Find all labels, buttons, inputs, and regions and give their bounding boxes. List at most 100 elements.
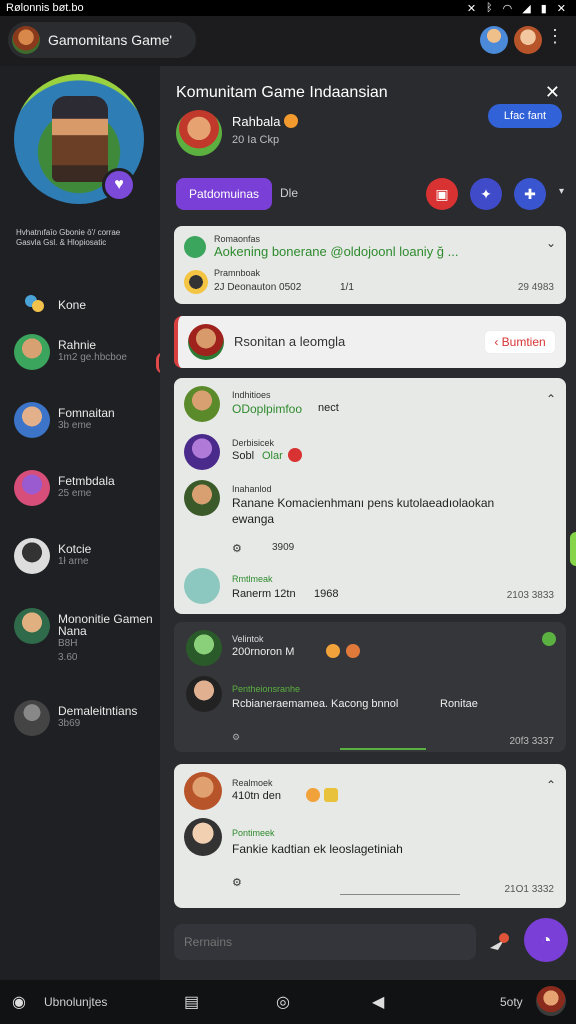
sidebar-item-home[interactable]: Kone [58,298,86,312]
pinned-time: 29 4983 [517,282,554,293]
sidebar: ♥ Hvhatnıfaīo Gbonie ō'/ corrae Gasvla G… [0,66,160,980]
reaction-icon[interactable]: ⚙ [232,542,242,555]
notice-banner: Rsonitan a leomgla ‹ Bumtien [174,316,566,368]
banner-button[interactable]: ‹ Bumtien [484,330,556,354]
host-name-text: Rahbala [232,114,281,129]
sidebar-item-label: Demaleitntians [58,704,138,718]
share-icon[interactable]: ✚ [514,178,546,210]
message-text: Sobl [232,450,255,462]
message-text: Rcbianeraemamea. Kacong bnnol [232,698,399,710]
reaction-count: 3909 [272,542,295,553]
friend-avatar[interactable] [480,26,508,54]
sidebar-item-fetmbdala[interactable]: Fetmbdala 25 eme [14,468,160,508]
more-icon[interactable]: ⌃ [546,778,556,792]
pinned-card[interactable]: Romaonfas Aokening bonerane @oldojoonl l… [174,226,566,304]
signal-icon: ◢ [522,2,531,15]
community-bio: Hvhatnıfaīo Gbonie ō'/ corrae Gasvla Gsl… [16,228,121,247]
reaction-icon[interactable]: ⚙ [232,876,242,889]
check-avatar-icon [184,568,220,604]
edge-indicator [570,532,576,566]
sidebar-item-demaleitntians[interactable]: Demaleitntians 3b69 [14,698,160,738]
more-icon[interactable]: ⋮ [546,26,564,47]
avatar [184,818,222,856]
divider [340,894,460,895]
bookmark-icon[interactable]: ▣ [426,178,458,210]
avatar [184,270,208,294]
home-icon[interactable] [22,292,46,316]
follow-button[interactable]: Patdomuinas [176,178,272,210]
avatar [184,386,220,422]
pinned-detail: 2J Deonauton 0502 [214,282,302,293]
wifi-icon: ◠ [502,2,513,15]
join-button[interactable]: Lfac fant [488,104,562,128]
sidebar-item-sub: B8H [58,638,78,649]
message-text: Ranerm 12tn [232,588,296,600]
avatar [14,470,50,506]
sidebar-item-label: Kotcie [58,542,92,556]
message-thread-card[interactable]: Indhitioes ODoplpimfoo nect ⌃ Derbisicek… [174,378,566,614]
message-text: Fankie kadtian ek leoslagetiniah [232,842,403,856]
message-count: 1968 [314,588,339,600]
chevron-down-icon[interactable]: ▾ [559,186,564,197]
sidebar-item-sub: 3b69 [58,718,81,729]
pin-icon [184,236,206,258]
sidebar-item-label: Fetmbdala [58,474,115,488]
message-text: 200rnoron M [232,646,295,658]
nav-label-right: 5oty [500,995,523,1009]
back-icon[interactable]: ◀ [372,992,384,1012]
host-avatar[interactable] [176,110,222,156]
recents-icon[interactable]: ▤ [184,992,199,1012]
pinned-author: Pramnboak [214,268,261,278]
progress-indicator [340,748,426,750]
message-thread-card-dark[interactable]: Velintok 200rnoron M Pentheionsranhe Rcb… [174,622,566,752]
message-text: ODoplpimfoo [232,402,303,416]
more-icon[interactable]: ⌃ [546,392,556,406]
profile-avatar[interactable] [514,26,542,54]
shield-badge-icon: ♥ [102,168,136,202]
chevron-down-icon[interactable]: ⌄ [546,236,556,250]
message-text-2: ewanga [232,512,275,526]
crown-icon [284,114,299,128]
compose-button[interactable]: ◔ [524,918,568,962]
sidebar-item-fomnaitan[interactable]: Fomnaitan 3b eme [14,400,160,440]
battery-icon: ▮ [540,2,547,15]
banner-label: Rsonitan a leomgla [234,334,346,349]
server-switcher[interactable]: Gamomitans Game' [8,22,196,58]
message-author: Indhitioes [232,390,271,400]
avatar [184,772,222,810]
home-nav-icon[interactable]: ◎ [276,992,290,1012]
reaction-icon[interactable]: ⚙ [232,732,240,743]
message-author: Rmtlmeak [232,574,273,584]
message-author: Pentheionsranhe [232,684,301,694]
message-time: 2103 3833 [506,590,554,601]
message-author: Velintok [232,634,264,644]
avatar [14,608,50,644]
status-icons: ✕ ᛒ ◠ ◢ ▮ ✕ [467,2,566,15]
close-icon[interactable]: ✕ [545,82,560,103]
pinned-count: 1/1 [340,282,354,293]
host-name: Rahbala [232,114,299,129]
bluetooth-icon: ᛒ [486,1,493,14]
top-app-bar: Gamomitans Game' ⋮ [0,16,576,66]
avatar [186,676,222,712]
avatar [14,538,50,574]
profile-avatar[interactable] [536,986,566,1016]
message-text: 410tn den [232,790,281,802]
message-thread-card[interactable]: Realmoek 410tn den ⌃ Pontimeek Fankie ka… [174,764,566,908]
notification-icon[interactable] [486,930,510,954]
avatar [14,334,50,370]
page-title: Komunitam Game Indaansian [176,84,388,101]
server-name: Gamomitans Game' [48,32,173,48]
emoji-icon [346,644,360,658]
app-icon[interactable]: ◉ [12,992,26,1012]
message-input[interactable] [174,924,476,960]
sidebar-item-mononitie[interactable]: Mononitie Gamen Nana B8H 3.60 [14,606,160,670]
sidebar-item-label: Fomnaitan [58,406,115,420]
sidebar-item-rahnie[interactable]: Rahnie 1m2 ge.hbcboe [14,332,160,372]
status-bar: Rølonnis bøt.bo ✕ ᛒ ◠ ◢ ▮ ✕ [0,0,576,16]
emoji-icon [306,788,320,802]
sidebar-item-sub: 1ł arne [58,556,89,567]
party-icon[interactable]: ✦ [470,178,502,210]
sidebar-item-kotcie[interactable]: Kotcie 1ł arne [14,536,160,576]
nav-label[interactable]: Ubnolunjtes [44,995,107,1009]
